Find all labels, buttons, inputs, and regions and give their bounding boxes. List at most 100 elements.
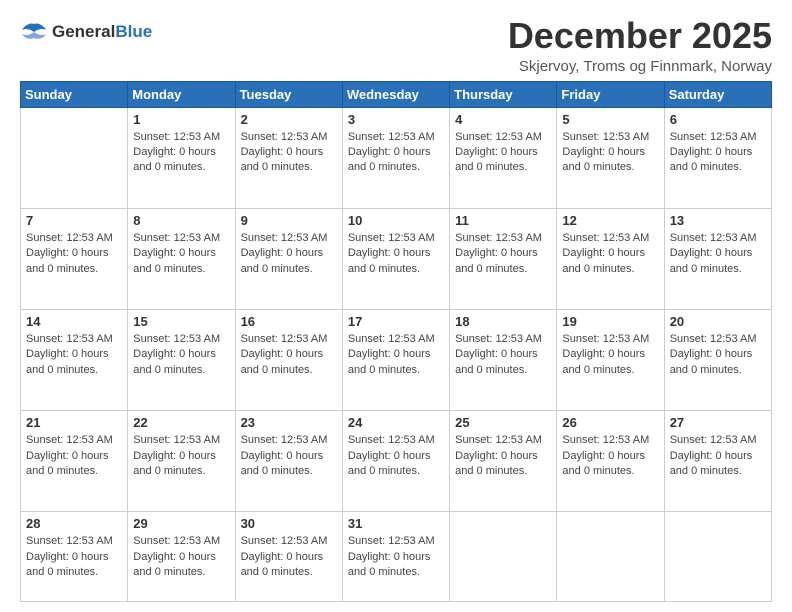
calendar-cell: 28Sunset: 12:53 AMDaylight: 0 hours and … [21,512,128,602]
day-number: 18 [455,314,551,329]
day-number: 3 [348,112,444,127]
month-title: December 2025 [508,16,772,56]
day-number: 7 [26,213,122,228]
day-info: Sunset: 12:53 AMDaylight: 0 hours and 0 … [455,130,551,176]
day-number: 14 [26,314,122,329]
calendar-cell: 3 Sunset: 12:53 AMDaylight: 0 hours and 0… [342,107,449,208]
col-header-saturday: Saturday [664,81,771,107]
title-block: December 2025 Skjervoy, Troms og Finnmar… [508,16,772,75]
day-number: 20 [670,314,766,329]
col-header-thursday: Thursday [450,81,557,107]
day-number: 29 [133,516,229,531]
day-info: Sunset: 12:53 AMDaylight: 0 hours and 0 … [133,332,229,378]
day-number: 26 [562,415,658,430]
day-info: Sunset: 12:53 AMDaylight: 0 hours and 0 … [348,534,444,580]
day-number: 19 [562,314,658,329]
day-info: Sunset: 12:53 AMDaylight: 0 hours and 0 … [562,231,658,277]
calendar-cell: 8 Sunset: 12:53 AMDaylight: 0 hours and 0… [128,208,235,309]
calendar-week-1: 7 Sunset: 12:53 AMDaylight: 0 hours and 0… [21,208,772,309]
calendar-cell: 2 Sunset: 12:53 AMDaylight: 0 hours and 0… [235,107,342,208]
day-info: Sunset: 12:53 AMDaylight: 0 hours and 0 … [348,231,444,277]
day-info: Sunset: 12:53 AMDaylight: 0 hours and 0 … [562,332,658,378]
calendar-cell: 13 Sunset: 12:53 AMDaylight: 0 hours and … [664,208,771,309]
day-number: 15 [133,314,229,329]
calendar-cell: 20Sunset: 12:53 AMDaylight: 0 hours and … [664,309,771,410]
day-number: 12 [562,213,658,228]
calendar-cell: 1 Sunset: 12:53 AMDaylight: 0 hours and 0… [128,107,235,208]
day-info: Sunset: 12:53 AMDaylight: 0 hours and 0 … [670,433,766,479]
day-info: Sunset: 12:53 AMDaylight: 0 hours and 0 … [670,231,766,277]
day-info: Sunset: 12:53 AMDaylight: 0 hours and 0 … [348,130,444,176]
location-title: Skjervoy, Troms og Finnmark, Norway [508,58,772,75]
day-number: 22 [133,415,229,430]
logo-icon [20,20,48,44]
day-number: 31 [348,516,444,531]
day-number: 9 [241,213,337,228]
calendar-week-3: 21 Sunset: 12:53 AMDaylight: 0 hours and … [21,411,772,512]
calendar-week-2: 14 Sunset: 12:53 AMDaylight: 0 hours and … [21,309,772,410]
col-header-friday: Friday [557,81,664,107]
day-number: 28 [26,516,122,531]
day-info: Sunset: 12:53 AMDaylight: 0 hours and 0 … [133,130,229,176]
col-header-monday: Monday [128,81,235,107]
calendar-cell [21,107,128,208]
day-info: Sunset: 12:53 AMDaylight: 0 hours and 0 … [241,534,337,580]
day-number: 13 [670,213,766,228]
day-info: Sunset: 12:53 AMDaylight: 0 hours and 0 … [241,332,337,378]
day-number: 30 [241,516,337,531]
calendar-cell: 26 Sunset: 12:53 AMDaylight: 0 hours and … [557,411,664,512]
calendar-cell: 11 Sunset: 12:53 AMDaylight: 0 hours and … [450,208,557,309]
calendar-cell: 12 Sunset: 12:53 AMDaylight: 0 hours and … [557,208,664,309]
day-number: 27 [670,415,766,430]
calendar-cell: 4Sunset: 12:53 AMDaylight: 0 hours and 0… [450,107,557,208]
calendar-cell: 19 Sunset: 12:53 AMDaylight: 0 hours and … [557,309,664,410]
calendar-week-4: 28 Sunset: 12:53 AMDaylight: 0 hours and … [21,512,772,602]
day-info: Sunset: 12:53 AMDaylight: 0 hours and 0 … [26,231,122,277]
day-info: Sunset: 12:53 AMDaylight: 0 hours and 0 … [133,231,229,277]
day-number: 2 [241,112,337,127]
calendar-cell [450,512,557,602]
day-number: 21 [26,415,122,430]
day-number: 10 [348,213,444,228]
day-number: 5 [562,112,658,127]
calendar-cell: 27 Sunset: 12:53 AMDaylight: 0 hours and … [664,411,771,512]
calendar-cell: 21 Sunset: 12:53 AMDaylight: 0 hours and … [21,411,128,512]
calendar-cell [557,512,664,602]
calendar-cell: 16 Sunset: 12:53 AMDaylight: 0 hours and … [235,309,342,410]
calendar-cell: 23 Sunset: 12:53 AMDaylight: 0 hours and … [235,411,342,512]
day-info: Sunset: 12:53 AMDaylight: 0 hours and 0 … [455,231,551,277]
page: GeneralBlue December 2025 Skjervoy, Trom… [0,0,792,612]
day-number: 11 [455,213,551,228]
day-info: Sunset: 12:53 AMDaylight: 0 hours and 0 … [562,433,658,479]
calendar-week-0: 1 Sunset: 12:53 AMDaylight: 0 hours and 0… [21,107,772,208]
logo-text: GeneralBlue [52,22,152,42]
day-number: 23 [241,415,337,430]
day-number: 6 [670,112,766,127]
day-info: Sunset: 12:53 AMDaylight: 0 hours and 0 … [562,130,658,176]
calendar-cell: 10 Sunset: 12:53 AMDaylight: 0 hours and … [342,208,449,309]
col-header-sunday: Sunday [21,81,128,107]
day-info: Sunset: 12:53 AMDaylight: 0 hours and 0 … [26,433,122,479]
day-number: 17 [348,314,444,329]
calendar-cell: 31 Sunset: 12:53 AMDaylight: 0 hours and … [342,512,449,602]
day-number: 16 [241,314,337,329]
calendar-cell: 15 Sunset: 12:53 AMDaylight: 0 hours and … [128,309,235,410]
logo: GeneralBlue [20,20,152,44]
calendar-cell: 14 Sunset: 12:53 AMDaylight: 0 hours and … [21,309,128,410]
calendar-cell: 17Sunset: 12:53 AMDaylight: 0 hours and … [342,309,449,410]
day-info: Sunset: 12:53 AMDaylight: 0 hours and 0 … [241,130,337,176]
day-number: 25 [455,415,551,430]
day-info: Sunset: 12:53 AMDaylight: 0 hours and 0 … [455,433,551,479]
day-info: Sunset: 12:53 AMDaylight: 0 hours and 0 … [455,332,551,378]
day-info: Sunset: 12:53 AMDaylight: 0 hours and 0 … [241,433,337,479]
calendar-cell: 18 Sunset: 12:53 AMDaylight: 0 hours and … [450,309,557,410]
day-number: 1 [133,112,229,127]
calendar-cell: 24Sunset: 12:53 AMDaylight: 0 hours and … [342,411,449,512]
day-number: 8 [133,213,229,228]
calendar-cell: 5 Sunset: 12:53 AMDaylight: 0 hours and 0… [557,107,664,208]
day-info: Sunset: 12:53 AMDaylight: 0 hours and 0 … [670,130,766,176]
calendar-cell: 25 Sunset: 12:53 AMDaylight: 0 hours and … [450,411,557,512]
day-info: Sunset: 12:53 AMDaylight: 0 hours and 0 … [26,332,122,378]
calendar-cell: 6 Sunset: 12:53 AMDaylight: 0 hours and 0… [664,107,771,208]
calendar-cell: 9Sunset: 12:53 AMDaylight: 0 hours and 0… [235,208,342,309]
